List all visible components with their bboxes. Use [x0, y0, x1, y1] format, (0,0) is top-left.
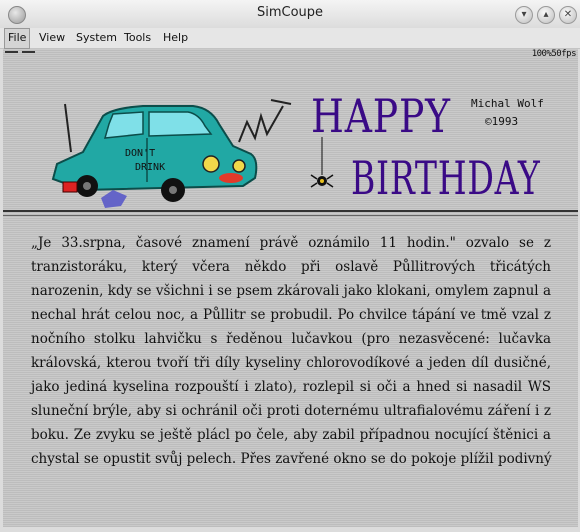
copyright-year: ©1993: [485, 115, 519, 128]
menu-system[interactable]: System: [73, 28, 120, 47]
article-line: narozenin, kdy se všichni i se psem zkár…: [31, 283, 551, 299]
article-line: sluneční brýle, aby si ochránil oči prot…: [31, 403, 551, 419]
article-line: boku. Ze zvyku se ještě plácl po čele, a…: [31, 427, 551, 443]
car-sign-line-2: DRINK: [135, 162, 165, 173]
article-line: jako jediná kyselina rozpouští i zlato),…: [31, 379, 551, 395]
maximize-button[interactable]: ▴: [537, 6, 555, 24]
article-line: chystal se opustit svůj pelech. Přes zav…: [31, 451, 552, 467]
article-line: tranzistoráku, který včera někdo při osl…: [31, 259, 551, 275]
car-sign-line-1: DON'T: [125, 148, 155, 159]
article-line: „Je 33.srpna, časové znamení právě oznám…: [31, 235, 551, 251]
article-line: nechal hrát celou noc, a Půllitr se prob…: [31, 307, 551, 323]
title-bar[interactable]: SimCoupe ▾ ▴ ✕: [0, 0, 580, 29]
spider-icon: [310, 137, 334, 188]
menu-help[interactable]: Help: [160, 28, 191, 47]
article-text: „Je 33.srpna, časové znamení právě oznám…: [31, 231, 552, 471]
birthday-heading: BIRTHDAY: [351, 151, 541, 205]
drive-led-2: [22, 51, 35, 53]
fps-indicator: 100%50fps: [531, 49, 577, 59]
banner-divider-thin: [3, 215, 578, 216]
article-line: královská, kterou tvoří tři díly kyselin…: [31, 355, 551, 371]
app-window: SimCoupe ▾ ▴ ✕ File View System Tools He…: [0, 0, 580, 532]
happy-heading: HAPPY: [311, 89, 451, 143]
menu-tools[interactable]: Tools: [121, 28, 154, 47]
drive-led-1: [5, 51, 18, 53]
car-illustration: DON'T DRINK: [51, 99, 292, 208]
menu-view[interactable]: View: [36, 28, 68, 47]
author-credit: Michal Wolf: [471, 97, 544, 110]
minimize-button[interactable]: ▾: [515, 6, 533, 24]
emulator-screen[interactable]: 100%50fps DON'T DRINK HAPPY BIRTHDAY Mic…: [3, 49, 578, 527]
article-line: nočního stolku lahvičku s ředěnou lučavk…: [31, 331, 551, 347]
banner-divider: [3, 210, 578, 212]
close-button[interactable]: ✕: [559, 6, 577, 24]
menu-file[interactable]: File: [4, 28, 31, 49]
menu-bar: File View System Tools Help: [0, 28, 580, 49]
window-title: SimCoupe: [256, 5, 324, 20]
